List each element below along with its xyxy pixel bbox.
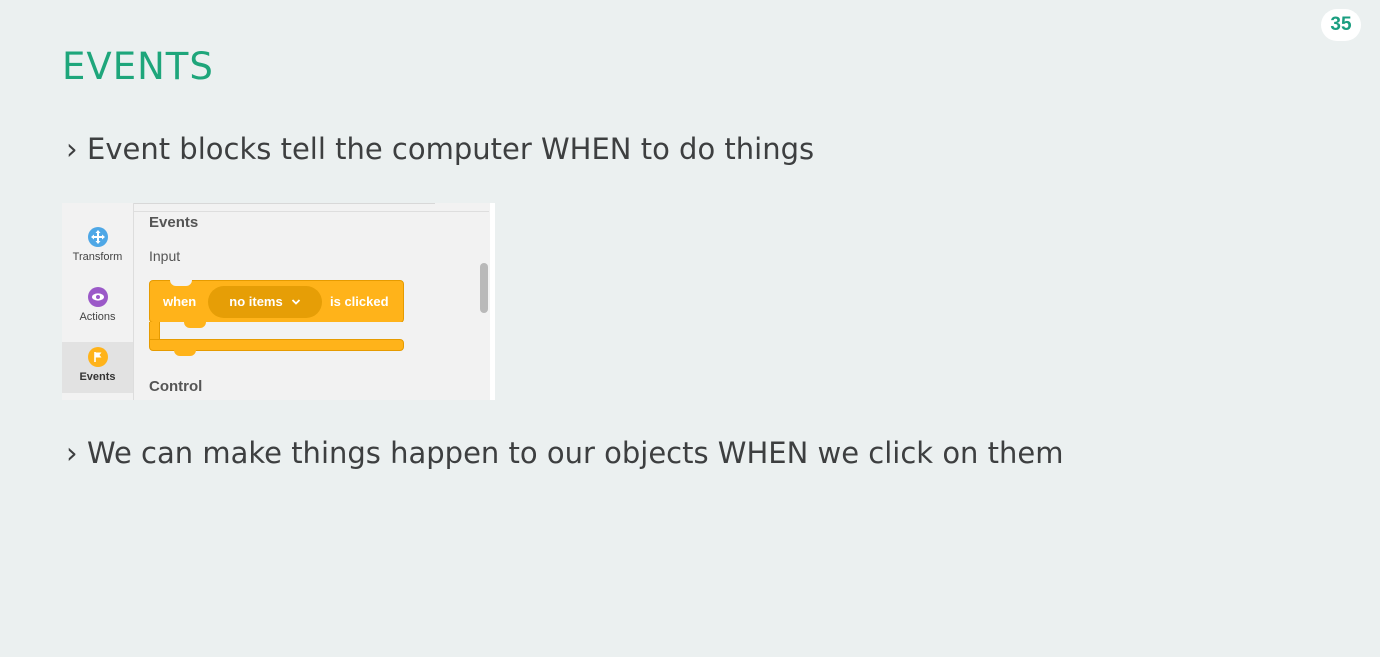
block-notch [170,280,192,286]
category-label: Transform [72,251,123,263]
eye-icon [87,287,108,307]
subsection-title: Input [149,248,181,264]
section-title: Control [149,378,203,395]
page-number-badge: 35 [1321,9,1361,41]
category-events[interactable]: Events [62,342,133,393]
bullet-marker: › [66,132,78,166]
object-dropdown[interactable]: no items [208,286,322,318]
bullet-marker: › [66,436,78,470]
block-prefix-label: when [163,294,197,309]
category-transform[interactable]: Transform [62,227,133,279]
dropdown-value: no items [229,294,283,309]
divider [134,211,489,212]
bullet-item: › Event blocks tell the computer WHEN to … [66,131,814,167]
category-panel: Transform Actions Events [62,203,134,400]
category-actions[interactable]: Actions [62,287,133,339]
slide-title: EVENTS [62,45,214,88]
move-arrows-icon [87,227,108,247]
category-label: Events [79,371,116,383]
code-editor-screenshot: Transform Actions Events Events Input wh… [62,203,495,400]
bullet-text: Event blocks tell the computer WHEN to d… [87,132,815,166]
bullet-text: We can make things happen to our objects… [87,436,1064,470]
flag-icon [87,347,108,367]
block-notch [184,322,206,328]
block-suffix-label: is clicked [330,294,389,309]
chevron-down-icon [291,287,301,319]
scrollbar-thumb[interactable] [480,263,488,313]
section-title: Events [149,214,199,231]
bullet-item: › We can make things happen to our object… [66,435,1064,471]
divider [490,203,495,400]
block-notch [174,350,196,356]
category-label: Actions [79,311,116,323]
